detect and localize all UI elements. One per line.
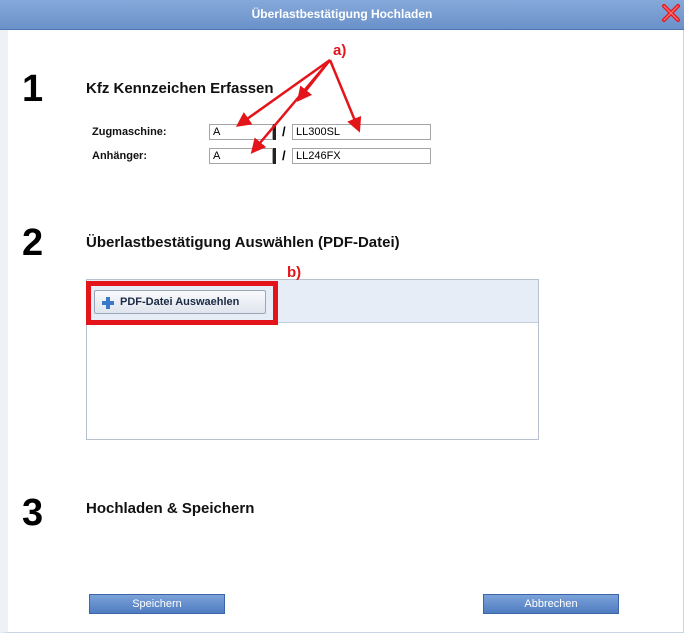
- step-3-title: Hochladen & Speichern: [86, 500, 255, 517]
- annotation-highlight-box: [86, 281, 278, 325]
- step-2-title: Überlastbestätigung Auswählen (PDF-Datei…: [86, 234, 400, 251]
- step-3-number: 3: [22, 492, 44, 534]
- cancel-button[interactable]: Abbrechen: [483, 594, 619, 614]
- annotation-arrow: [328, 59, 362, 133]
- save-button[interactable]: Speichern: [89, 594, 225, 614]
- step-2-number: 2: [22, 222, 44, 264]
- annotation-arrows: [235, 58, 362, 154]
- annotation-label-b: b): [287, 264, 302, 281]
